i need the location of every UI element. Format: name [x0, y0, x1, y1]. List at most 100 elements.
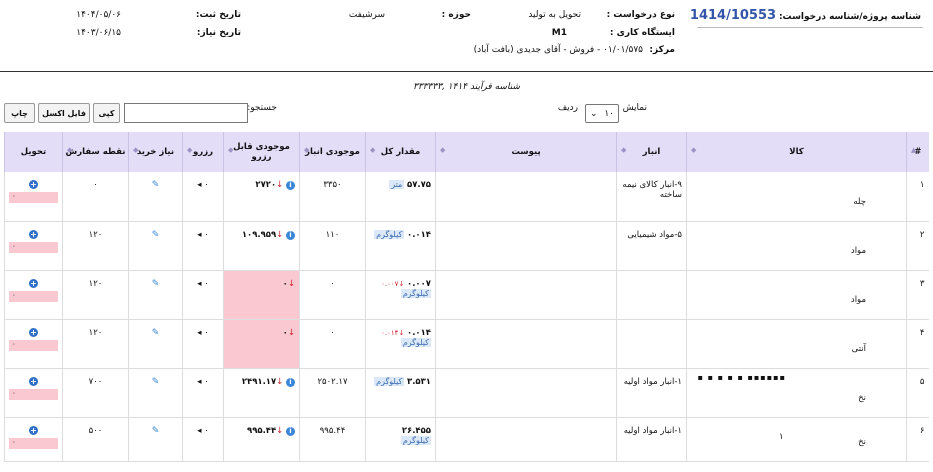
plus-icon[interactable]: +: [29, 229, 38, 239]
need-date-label: تاریخ نیاز:: [196, 28, 241, 38]
item-cell: مواد: [686, 221, 907, 271]
edit-icon[interactable]: ✎: [152, 230, 160, 240]
item-cell: چله: [686, 172, 907, 222]
edit-icon[interactable]: ✎: [152, 377, 160, 387]
excel-export-button[interactable]: فایل اکسل: [38, 103, 90, 123]
arrow-down-icon: ↓: [276, 180, 284, 190]
stock-cell: ۳۳۵۰: [299, 172, 366, 222]
delivery-input[interactable]: ۰: [9, 388, 58, 400]
purchase-need-cell: ✎: [128, 319, 183, 369]
item-cell: آنتی: [686, 319, 907, 369]
stock-cell: ۹۹۵.۴۴: [299, 417, 366, 462]
unit-badge: کیلوگرم: [400, 435, 431, 445]
info-icon[interactable]: i: [286, 230, 295, 240]
edit-icon[interactable]: ✎: [152, 426, 160, 436]
purchase-need-cell: ✎: [128, 417, 183, 462]
col-header-purchase-need[interactable]: نیاز خرید ◆: [128, 132, 183, 172]
edit-icon[interactable]: ✎: [152, 328, 160, 338]
rows-label: ردیف: [557, 103, 578, 113]
item-name: مواد: [850, 294, 866, 305]
caret-left-icon[interactable]: ◂: [197, 328, 201, 338]
col-header-total-qty[interactable]: مقدار کل ◆: [365, 132, 436, 172]
delivery-input[interactable]: ۰: [9, 339, 58, 351]
reg-date-label: تاریخ ثبت:: [195, 10, 241, 20]
warehouse-cell: ۵-مواد شیمیایی: [616, 221, 687, 271]
attachment-cell[interactable]: [435, 319, 617, 369]
item-name: نخ: [858, 436, 866, 447]
stock-cell: ۰: [299, 270, 366, 320]
arrow-down-icon: ↓: [287, 278, 295, 289]
delivery-cell: +۰: [4, 319, 63, 369]
reserve-cell: ۰ ◂: [182, 319, 224, 369]
attachment-cell[interactable]: [435, 368, 617, 418]
table-row: ۳ مواد ۰.۰۰۷ ↓۰.۰۰۷ کیلوگرم ۰ ↓۰ ۰ ◂ ✎ ۱۲۰ +۰: [4, 270, 929, 320]
col-header-delivery[interactable]: تحویل: [4, 132, 63, 172]
delivery-input[interactable]: ۰: [9, 437, 58, 449]
col-header-attachment[interactable]: پیوست ◆: [435, 132, 617, 172]
attachment-cell[interactable]: [435, 417, 617, 462]
plus-icon[interactable]: +: [29, 425, 38, 435]
delivery-input[interactable]: ۰: [9, 241, 58, 253]
unit-badge: کیلوگرم: [374, 229, 405, 239]
copy-button[interactable]: کپی: [93, 103, 120, 123]
plus-icon[interactable]: +: [29, 327, 38, 337]
col-header-warehouse[interactable]: انبار ◆: [616, 132, 687, 172]
caret-left-icon[interactable]: ◂: [197, 426, 201, 436]
stock-cell: ۲۵۰۲.۱۷: [299, 368, 366, 418]
plus-icon[interactable]: +: [29, 278, 38, 288]
total-qty: ۰.۰۰۷: [407, 278, 431, 289]
info-icon[interactable]: i: [286, 377, 295, 387]
delivery-input[interactable]: ۰: [9, 290, 58, 302]
warehouse-cell: ۱-انبار مواد اولیه: [616, 417, 687, 462]
info-icon[interactable]: i: [286, 426, 295, 436]
col-header-number[interactable]: # ▲: [906, 132, 929, 172]
chevron-down-icon: ⌄: [590, 108, 598, 119]
caret-left-icon[interactable]: ◂: [197, 180, 201, 190]
edit-icon[interactable]: ✎: [152, 279, 160, 289]
plus-icon[interactable]: +: [29, 376, 38, 386]
plus-icon[interactable]: +: [29, 180, 38, 189]
attachment-cell[interactable]: [435, 172, 617, 222]
unit-badge: کیلوگرم: [400, 337, 431, 347]
col-header-reservable[interactable]: موجودی قابل رزرو ◆: [223, 132, 300, 172]
table-row: ۵ ▪▪▪▪▪▪ ▪ ▪ ▪ ▪ ▪ نخ ۱-انبار مواد اولیه ۳.۵…: [4, 368, 929, 418]
col-header-stock[interactable]: موجودی انبار ◆: [299, 132, 366, 172]
col-header-order-point[interactable]: نقطه سفارش ◆: [62, 132, 129, 172]
print-button[interactable]: چاپ: [4, 103, 35, 123]
arrow-down-icon: ↓: [287, 327, 295, 338]
workstation-value: M1: [551, 28, 567, 38]
purchase-need-cell: ✎: [128, 270, 183, 320]
item-name: چله: [853, 196, 866, 207]
col-header-reserve[interactable]: رزرو ◆: [182, 132, 224, 172]
request-type-label: نوع درخواست :: [606, 10, 675, 20]
info-icon[interactable]: i: [286, 181, 295, 190]
edit-icon[interactable]: ✎: [152, 180, 160, 190]
reservable-value: ۲۷۲۰: [255, 180, 277, 190]
caret-left-icon[interactable]: ◂: [197, 377, 201, 387]
item-cell: ▪▪▪▪▪▪ ▪ ▪ ▪ ▪ ▪ نخ: [686, 368, 907, 418]
total-qty-cell: ۰.۰۱۴ ↓۰.۰۱۴ کیلوگرم: [365, 319, 436, 369]
purchase-need-cell: ✎: [128, 221, 183, 271]
total-qty: ۰.۰۱۴: [407, 327, 431, 338]
sort-icon: ◆: [187, 146, 193, 154]
table-row: ۲ مواد ۵-مواد شیمیایی ۰.۰۱۴ کیلوگرم ۱۱۰ i ↓۱۰…: [4, 221, 929, 271]
search-input[interactable]: [124, 103, 248, 123]
caret-left-icon[interactable]: ◂: [197, 230, 201, 240]
request-id-underline: [697, 27, 923, 28]
attachment-cell[interactable]: [435, 221, 617, 271]
attachment-cell[interactable]: [435, 270, 617, 320]
caret-left-icon[interactable]: ◂: [197, 279, 201, 289]
stock-cell: ۱۱۰: [299, 221, 366, 271]
sort-icon: ◆: [621, 146, 627, 154]
row-number: ۱: [906, 172, 929, 222]
reg-date-value: ۱۴۰۴/۰۵/۰۶: [76, 10, 121, 20]
reservable-cell: ↓۰: [223, 270, 300, 320]
request-type-value: تحویل به تولید: [528, 10, 581, 20]
col-header-item[interactable]: کالا ◆: [686, 132, 907, 172]
request-id: 1414/10553: [689, 8, 777, 23]
delivery-input[interactable]: ۰: [9, 192, 58, 203]
rows-per-page-select[interactable]: ۱۰ ⌄: [585, 104, 619, 123]
delivery-cell: +۰: [4, 368, 63, 418]
table-row: ۱ چله ۹-انبار کالای نیمه ساخته ۵۷.۷۵ متر ۳۳۵…: [4, 172, 929, 222]
need-date-value: ۱۴۰۳/۰۶/۱۵: [76, 28, 121, 38]
